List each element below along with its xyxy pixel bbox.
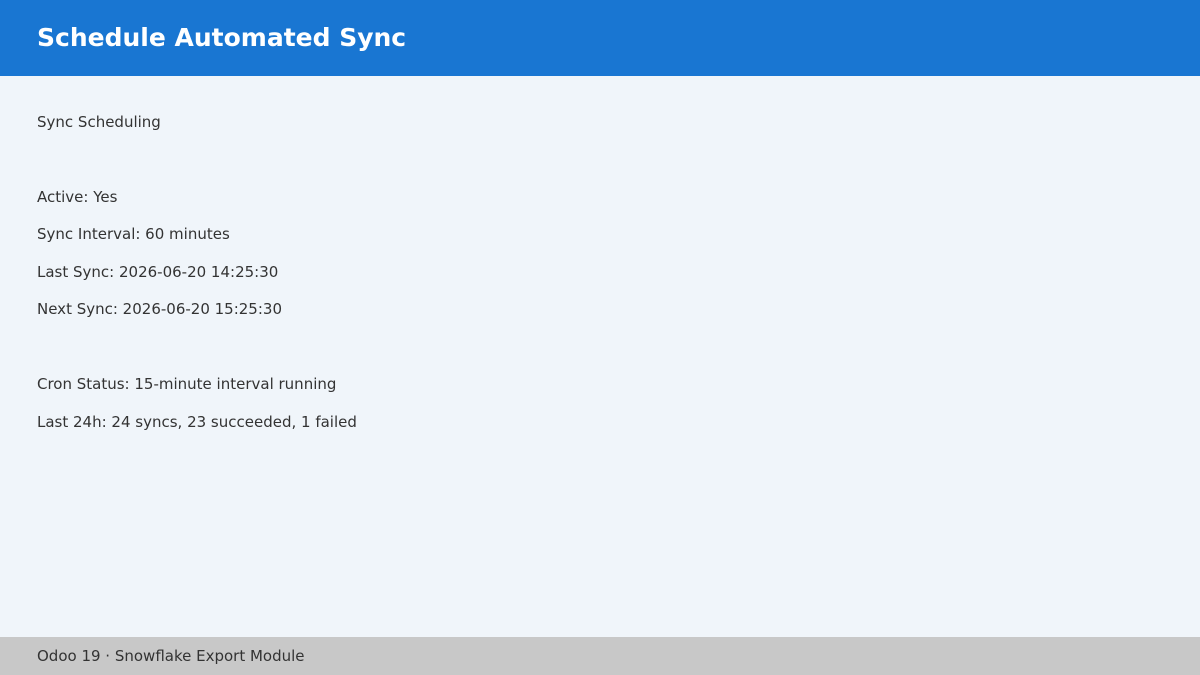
cron-status: Cron Status: 15-minute interval running: [37, 375, 337, 393]
last-24h-summary: Last 24h: 24 syncs, 23 succeeded, 1 fail…: [37, 413, 357, 431]
sync-interval: Sync Interval: 60 minutes: [37, 225, 230, 243]
section-title: Sync Scheduling: [37, 113, 161, 131]
next-sync: Next Sync: 2026-06-20 15:25:30: [37, 300, 282, 318]
page-title: Schedule Automated Sync: [37, 22, 407, 52]
header-bar: Schedule Automated Sync: [0, 0, 1200, 76]
main-content: Sync Scheduling Active: Yes Sync Interva…: [0, 76, 1200, 637]
last-sync: Last Sync: 2026-06-20 14:25:30: [37, 263, 279, 281]
footer-text: Odoo 19 · Snowflake Export Module: [37, 647, 305, 665]
active-status: Active: Yes: [37, 188, 118, 206]
footer-bar: Odoo 19 · Snowflake Export Module: [0, 637, 1200, 675]
